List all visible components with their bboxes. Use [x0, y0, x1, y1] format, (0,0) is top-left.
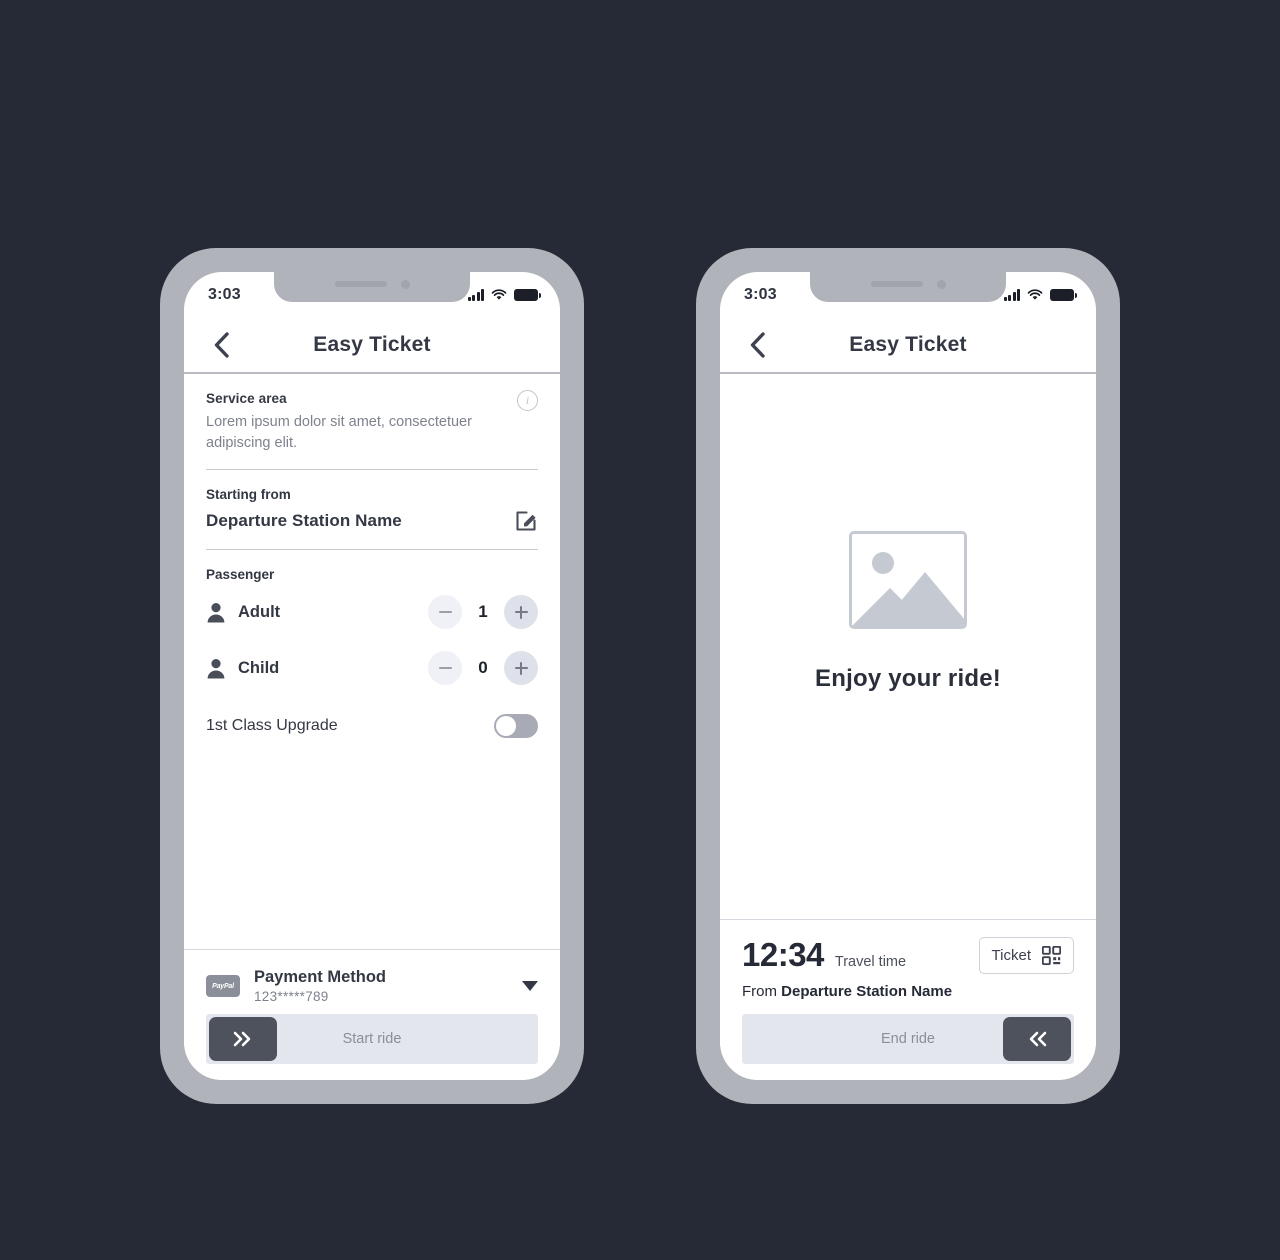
payment-method-title: Payment Method — [254, 968, 387, 986]
wifi-icon — [1027, 289, 1043, 300]
passenger-adult-left: Adult — [206, 602, 280, 623]
passenger-row-child: Child 0 — [206, 640, 538, 696]
first-class-upgrade-row: 1st Class Upgrade — [206, 696, 538, 756]
ride-from-prefix: From — [742, 983, 777, 1000]
ride-time-wrap: 12:34 Travel time — [742, 936, 906, 974]
passenger-row-adult: Adult 1 — [206, 584, 538, 640]
double-chevron-right-icon — [233, 1031, 251, 1047]
notch-speaker — [870, 281, 923, 287]
back-button[interactable] — [740, 328, 774, 362]
page-title: Easy Ticket — [313, 333, 431, 356]
notch-camera-icon — [400, 279, 410, 289]
signal-bars-icon — [467, 289, 484, 301]
status-time: 3:03 — [208, 286, 241, 303]
ride-hero: Enjoy your ride! — [720, 374, 1096, 919]
service-area-description: Lorem ipsum dolor sit amet, consectetuer… — [206, 414, 472, 451]
qr-code-icon — [1042, 945, 1061, 965]
start-ride-slider[interactable]: Start ride — [206, 1014, 538, 1064]
first-class-upgrade-label: 1st Class Upgrade — [206, 717, 338, 735]
wifi-icon — [491, 289, 507, 300]
screen-ride: 3:03 Easy Ticket Enjoy your ride! 12:34 … — [720, 272, 1096, 1080]
passenger-child-stepper: 0 — [428, 651, 538, 686]
adult-count: 1 — [478, 602, 488, 622]
edit-pencil-icon[interactable] — [514, 509, 538, 533]
phone-mockup-ride: 3:03 Easy Ticket Enjoy your ride! 12:34 … — [696, 248, 1120, 1104]
service-area-title: Service area — [206, 391, 287, 406]
chevron-left-icon — [750, 332, 765, 358]
passenger-adult-label: Adult — [238, 602, 281, 621]
child-decrement-button[interactable] — [428, 651, 462, 686]
double-chevron-left-icon — [1029, 1031, 1047, 1047]
canvas: 3:03 Easy Ticket Service area Lorem ipsu… — [0, 0, 1280, 1260]
payment-masked-number: 123*****789 — [254, 989, 329, 1004]
person-icon — [207, 658, 225, 679]
adult-increment-button[interactable] — [504, 595, 538, 630]
ride-from-station: Departure Station Name — [781, 983, 953, 1000]
ticket-button[interactable]: Ticket — [978, 936, 1074, 974]
caret-down-icon[interactable] — [522, 981, 538, 991]
passenger-child-left: Child — [206, 658, 279, 679]
paypal-logo-text: PayPal — [212, 982, 234, 990]
status-icons — [467, 289, 541, 301]
toggle-switch-icon — [496, 716, 516, 737]
app-bar: Easy Ticket — [184, 318, 560, 374]
minus-icon — [438, 667, 452, 670]
notch-speaker — [334, 281, 387, 287]
info-circle-icon[interactable]: i — [517, 390, 538, 411]
end-ride-handle[interactable] — [1003, 1017, 1071, 1061]
travel-time-value: 12:34 — [742, 936, 824, 973]
screen-booking: 3:03 Easy Ticket Service area Lorem ipsu… — [184, 272, 560, 1080]
image-placeholder-mountain-small — [852, 587, 928, 626]
end-ride-label: End ride — [880, 1031, 935, 1047]
signal-bars-icon — [1003, 289, 1020, 301]
notch-camera-icon — [936, 279, 946, 289]
payment-method-row[interactable]: PayPal Payment Method 123*****789 — [206, 964, 538, 1014]
image-placeholder-sun — [872, 551, 894, 574]
phone-notch — [810, 272, 1006, 302]
payment-texts: Payment Method 123*****789 — [254, 968, 508, 1004]
chevron-left-icon — [214, 332, 229, 358]
status-time: 3:03 — [744, 286, 777, 303]
phone-notch — [274, 272, 470, 302]
start-ride-handle[interactable] — [209, 1017, 277, 1061]
hero-title: Enjoy your ride! — [815, 664, 1001, 692]
adult-decrement-button[interactable] — [428, 595, 462, 630]
app-bar: Easy Ticket — [720, 318, 1096, 374]
passenger-label: Passenger — [206, 567, 275, 583]
start-ride-label: Start ride — [342, 1031, 402, 1047]
ride-dock: 12:34 Travel time Ticket From Departure … — [720, 919, 1096, 1080]
child-increment-button[interactable] — [504, 651, 538, 686]
departure-station-value: Departure Station Name — [206, 511, 402, 531]
starting-from-row: Departure Station Name — [206, 509, 538, 533]
passenger-child-label: Child — [238, 658, 280, 677]
passenger-adult-stepper: 1 — [428, 595, 538, 630]
passenger-section: Passenger Adult 1 Child 0 1st Class Upgr… — [206, 550, 538, 772]
battery-full-icon — [1050, 289, 1077, 301]
page-title: Easy Ticket — [849, 333, 967, 356]
minus-icon — [438, 611, 452, 614]
paypal-logo-icon: PayPal — [206, 975, 240, 997]
back-button[interactable] — [204, 328, 238, 362]
starting-from-label: Starting from — [206, 487, 291, 503]
starting-from-section: Starting from Departure Station Name — [206, 470, 538, 551]
ticket-button-label: Ticket — [991, 946, 1031, 964]
person-icon — [207, 602, 225, 623]
child-count: 0 — [478, 658, 488, 678]
ride-summary-row: 12:34 Travel time Ticket — [742, 934, 1074, 974]
travel-time-label: Travel time — [834, 954, 907, 970]
end-ride-slider[interactable]: End ride — [742, 1014, 1074, 1064]
battery-full-icon — [514, 289, 541, 301]
booking-content: Service area Lorem ipsum dolor sit amet,… — [184, 374, 560, 949]
booking-dock: PayPal Payment Method 123*****789 Start … — [184, 949, 560, 1080]
image-placeholder-icon — [849, 530, 967, 629]
ride-from-row: From Departure Station Name — [742, 983, 1074, 1000]
phone-mockup-booking: 3:03 Easy Ticket Service area Lorem ipsu… — [160, 248, 584, 1104]
status-icons — [1003, 289, 1077, 301]
first-class-upgrade-toggle[interactable] — [494, 714, 538, 739]
service-area-section: Service area Lorem ipsum dolor sit amet,… — [206, 374, 538, 471]
